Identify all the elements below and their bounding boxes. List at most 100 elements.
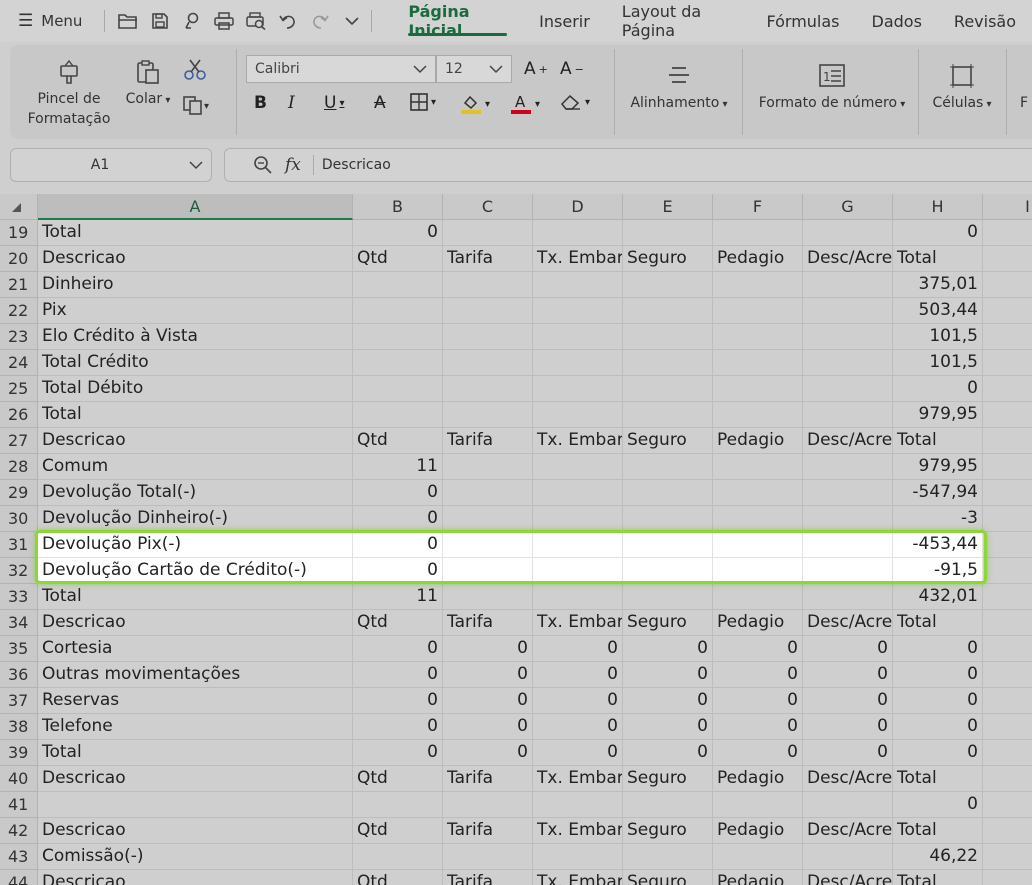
alignment-button[interactable]: Alinhamento ▾: [624, 63, 734, 115]
cell-i25[interactable]: [983, 376, 1032, 402]
cell-g27[interactable]: Desc/Acrescimo: [803, 428, 893, 454]
tab-layout-da-pagina[interactable]: Layout da Página: [606, 0, 751, 42]
cell-h28[interactable]: 979,95: [893, 454, 983, 480]
cell-h39[interactable]: 0: [893, 740, 983, 766]
cell-e44[interactable]: Seguro: [623, 870, 713, 885]
cell-c34[interactable]: Tarifa: [443, 610, 533, 636]
cell-d24[interactable]: [533, 350, 623, 376]
cell-f44[interactable]: Pedagio: [713, 870, 803, 885]
cell-i23[interactable]: [983, 324, 1032, 350]
cell-a41[interactable]: [38, 792, 353, 818]
column-header-i[interactable]: I: [983, 194, 1032, 220]
cell-d27[interactable]: Tx. Embarque: [533, 428, 623, 454]
cell-b43[interactable]: [353, 844, 443, 870]
cell-i32[interactable]: [983, 558, 1032, 584]
cell-i44[interactable]: [983, 870, 1032, 885]
column-header-a[interactable]: A: [38, 194, 353, 220]
cell-b32[interactable]: 0: [353, 558, 443, 584]
cell-g43[interactable]: [803, 844, 893, 870]
cell-b44[interactable]: Qtd: [353, 870, 443, 885]
cell-g37[interactable]: 0: [803, 688, 893, 714]
cell-a40[interactable]: Descricao: [38, 766, 353, 792]
row-header[interactable]: 41: [0, 792, 38, 818]
cell-c35[interactable]: 0: [443, 636, 533, 662]
cell-i37[interactable]: [983, 688, 1032, 714]
cell-d31[interactable]: [533, 532, 623, 558]
cell-d36[interactable]: 0: [533, 662, 623, 688]
cell-i40[interactable]: [983, 766, 1032, 792]
cell-d26[interactable]: [533, 402, 623, 428]
cell-e33[interactable]: [623, 584, 713, 610]
cell-h25[interactable]: 0: [893, 376, 983, 402]
quick-icon[interactable]: [179, 8, 205, 34]
cell-e30[interactable]: [623, 506, 713, 532]
cell-b39[interactable]: 0: [353, 740, 443, 766]
cell-b37[interactable]: 0: [353, 688, 443, 714]
row-header[interactable]: 27: [0, 428, 38, 454]
eraser-icon[interactable]: ▾: [560, 93, 590, 111]
cell-e32[interactable]: [623, 558, 713, 584]
column-header-f[interactable]: F: [713, 194, 803, 220]
tab-inserir[interactable]: Inserir: [523, 0, 606, 42]
cell-b21[interactable]: [353, 272, 443, 298]
cell-g26[interactable]: [803, 402, 893, 428]
cell-b27[interactable]: Qtd: [353, 428, 443, 454]
cell-c25[interactable]: [443, 376, 533, 402]
open-folder-icon[interactable]: [115, 8, 141, 34]
cell-i24[interactable]: [983, 350, 1032, 376]
cell-i43[interactable]: [983, 844, 1032, 870]
cell-g20[interactable]: Desc/Acrescimo: [803, 246, 893, 272]
row-header[interactable]: 26: [0, 402, 38, 428]
cell-c19[interactable]: [443, 220, 533, 246]
cell-d20[interactable]: Tx. Embarque: [533, 246, 623, 272]
row-header[interactable]: 34: [0, 610, 38, 636]
cell-c30[interactable]: [443, 506, 533, 532]
row-header[interactable]: 20: [0, 246, 38, 272]
cell-h38[interactable]: 0: [893, 714, 983, 740]
cell-g42[interactable]: Desc/Acrescimo: [803, 818, 893, 844]
cell-h24[interactable]: 101,5: [893, 350, 983, 376]
redo-icon[interactable]: [307, 8, 333, 34]
cell-b33[interactable]: 11: [353, 584, 443, 610]
formula-content[interactable]: Descricao: [322, 157, 391, 173]
select-all-corner[interactable]: [0, 194, 38, 220]
column-header-d[interactable]: D: [533, 194, 623, 220]
cell-a43[interactable]: Comissão(-): [38, 844, 353, 870]
cell-a33[interactable]: Total: [38, 584, 353, 610]
cell-c41[interactable]: [443, 792, 533, 818]
cell-g31[interactable]: [803, 532, 893, 558]
cell-a21[interactable]: Dinheiro: [38, 272, 353, 298]
cell-b41[interactable]: [353, 792, 443, 818]
cell-h27[interactable]: Total: [893, 428, 983, 454]
cell-h31[interactable]: -453,44: [893, 532, 983, 558]
row-header[interactable]: 39: [0, 740, 38, 766]
cell-b36[interactable]: 0: [353, 662, 443, 688]
cell-h43[interactable]: 46,22: [893, 844, 983, 870]
cell-e37[interactable]: 0: [623, 688, 713, 714]
cell-i22[interactable]: [983, 298, 1032, 324]
cell-h26[interactable]: 979,95: [893, 402, 983, 428]
cell-b25[interactable]: [353, 376, 443, 402]
cell-a26[interactable]: Total: [38, 402, 353, 428]
cell-h33[interactable]: 432,01: [893, 584, 983, 610]
cell-c24[interactable]: [443, 350, 533, 376]
bold-icon[interactable]: B: [254, 93, 267, 113]
cell-h41[interactable]: 0: [893, 792, 983, 818]
cell-b28[interactable]: 11: [353, 454, 443, 480]
cell-f36[interactable]: 0: [713, 662, 803, 688]
cell-d19[interactable]: [533, 220, 623, 246]
row-header[interactable]: 42: [0, 818, 38, 844]
more-ribbon-item[interactable]: F: [1014, 93, 1032, 113]
cell-g23[interactable]: [803, 324, 893, 350]
tab-formulas[interactable]: Fórmulas: [750, 0, 855, 42]
paste-button[interactable]: Colar ▾: [118, 59, 178, 111]
cell-h21[interactable]: 375,01: [893, 272, 983, 298]
cell-c43[interactable]: [443, 844, 533, 870]
cell-g32[interactable]: [803, 558, 893, 584]
cell-e23[interactable]: [623, 324, 713, 350]
cell-d29[interactable]: [533, 480, 623, 506]
cell-f26[interactable]: [713, 402, 803, 428]
cell-f34[interactable]: Pedagio: [713, 610, 803, 636]
name-box[interactable]: A1: [10, 148, 212, 182]
cell-f23[interactable]: [713, 324, 803, 350]
